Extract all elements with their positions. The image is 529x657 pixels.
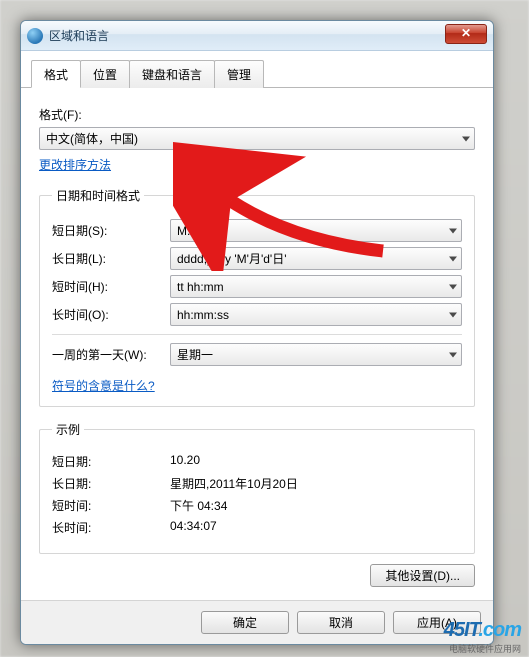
first-day-combo[interactable]: 星期一: [170, 343, 462, 366]
sample-short-time-value: 下午 04:34: [170, 497, 227, 514]
tab-content: 格式(F): 中文(简体，中国) 更改排序方法 日期和时间格式 短日期(S): …: [21, 88, 493, 628]
first-day-label: 一周的第一天(W):: [52, 346, 170, 363]
sample-long-time-label: 长时间:: [52, 519, 170, 536]
long-date-combo[interactable]: dddd,yyyy 'M'月'd'日': [170, 247, 462, 270]
sample-short-date: 短日期: 10.20: [52, 453, 462, 470]
tab-administrative[interactable]: 管理: [214, 60, 264, 88]
watermark-sub: 电脑软硬件应用网: [444, 642, 521, 655]
sample-short-date-value: 10.20: [170, 453, 200, 470]
short-date-value: M.d: [177, 224, 197, 238]
globe-icon: [27, 28, 43, 44]
long-time-value: hh:mm:ss: [177, 308, 229, 322]
sample-long-date-label: 长日期:: [52, 475, 170, 492]
window-title: 区域和语言: [49, 27, 109, 44]
sample-short-time: 短时间: 下午 04:34: [52, 497, 462, 514]
sample-group: 示例 短日期: 10.20 长日期: 星期四,2011年10月20日 短时间: …: [39, 421, 475, 554]
sample-short-date-label: 短日期:: [52, 453, 170, 470]
format-combo-value: 中文(简体，中国): [46, 130, 138, 147]
chevron-down-icon: [449, 256, 457, 261]
titlebar[interactable]: 区域和语言 ✕: [21, 21, 493, 51]
tab-format[interactable]: 格式: [31, 60, 81, 88]
short-time-row: 短时间(H): tt hh:mm: [52, 275, 462, 298]
first-day-value: 星期一: [177, 346, 213, 363]
divider: [52, 334, 462, 335]
close-button[interactable]: ✕: [445, 24, 487, 44]
sample-legend: 示例: [52, 421, 84, 438]
watermark-brand-b: .com: [478, 619, 521, 641]
long-time-label: 长时间(O):: [52, 306, 170, 323]
region-language-dialog: 区域和语言 ✕ 格式 位置 键盘和语言 管理 格式(F): 中文(简体，中国) …: [20, 20, 494, 645]
format-label: 格式(F):: [39, 106, 475, 123]
sample-long-date-value: 星期四,2011年10月20日: [170, 475, 298, 492]
long-date-label: 长日期(L):: [52, 250, 170, 267]
long-date-value: dddd,yyyy 'M'月'd'日': [177, 250, 287, 267]
long-time-combo[interactable]: hh:mm:ss: [170, 303, 462, 326]
tabstrip: 格式 位置 键盘和语言 管理: [21, 51, 493, 88]
sample-long-date: 长日期: 星期四,2011年10月20日: [52, 475, 462, 492]
date-time-formats-legend: 日期和时间格式: [52, 187, 144, 204]
dialog-button-bar: 确定 取消 应用(A): [21, 600, 493, 644]
change-sort-link[interactable]: 更改排序方法: [39, 156, 111, 173]
chevron-down-icon: [449, 284, 457, 289]
long-date-row: 长日期(L): dddd,yyyy 'M'月'd'日': [52, 247, 462, 270]
extra-settings-row: 其他设置(D)...: [39, 564, 475, 587]
sample-long-time: 长时间: 04:34:07: [52, 519, 462, 536]
short-date-row: 短日期(S): M.d: [52, 219, 462, 242]
symbols-meaning-link[interactable]: 符号的含意是什么?: [52, 377, 155, 394]
tab-location[interactable]: 位置: [80, 60, 130, 88]
chevron-down-icon: [449, 228, 457, 233]
close-icon: ✕: [461, 26, 471, 40]
chevron-down-icon: [449, 312, 457, 317]
watermark: 45IT.com 电脑软硬件应用网: [444, 619, 521, 655]
format-combo[interactable]: 中文(简体，中国): [39, 127, 475, 150]
first-day-row: 一周的第一天(W): 星期一: [52, 343, 462, 366]
chevron-down-icon: [449, 352, 457, 357]
chevron-down-icon: [462, 136, 470, 141]
sample-long-time-value: 04:34:07: [170, 519, 217, 536]
short-time-combo[interactable]: tt hh:mm: [170, 275, 462, 298]
sample-short-time-label: 短时间:: [52, 497, 170, 514]
short-date-label: 短日期(S):: [52, 222, 170, 239]
tab-keyboards-languages[interactable]: 键盘和语言: [129, 60, 215, 88]
cancel-button[interactable]: 取消: [297, 611, 385, 634]
ok-button[interactable]: 确定: [201, 611, 289, 634]
short-time-value: tt hh:mm: [177, 280, 224, 294]
long-time-row: 长时间(O): hh:mm:ss: [52, 303, 462, 326]
short-time-label: 短时间(H):: [52, 278, 170, 295]
watermark-brand-a: 45IT: [444, 619, 479, 641]
short-date-combo[interactable]: M.d: [170, 219, 462, 242]
date-time-formats-group: 日期和时间格式 短日期(S): M.d 长日期(L): dddd,yyyy 'M…: [39, 187, 475, 407]
additional-settings-button[interactable]: 其他设置(D)...: [370, 564, 475, 587]
